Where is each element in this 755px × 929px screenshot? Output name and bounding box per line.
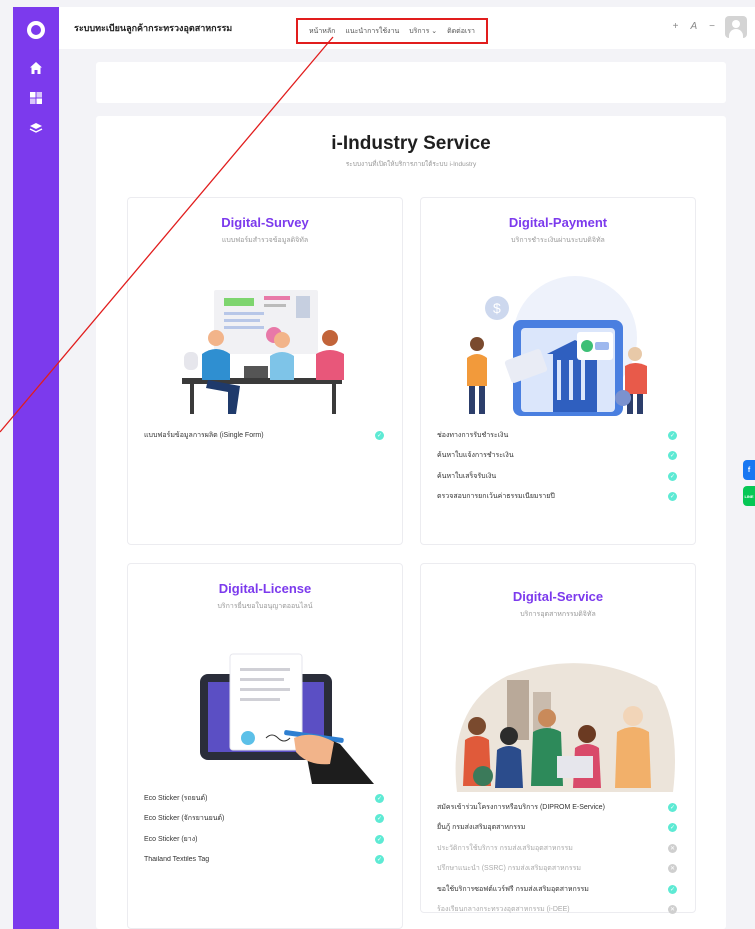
- service-items: แบบฟอร์มข้อมูลการผลิต (iSingle Form) ✓: [144, 425, 386, 446]
- service-card-service: Digital-Service บริการอุตสาหกรรมดิจิทัล: [420, 563, 696, 915]
- sidebar: [13, 7, 59, 929]
- list-item: ประวัติการใช้บริการ กรมส่งเสริมอุตสาหกรร…: [437, 843, 677, 853]
- list-item[interactable]: Eco Sticker (รถยนต์) ✓: [144, 788, 386, 809]
- list-item[interactable]: ยื่นกู้ กรมส่งเสริมอุตสาหกรรม ✓: [437, 818, 679, 839]
- survey-illustration: [144, 268, 386, 416]
- service-subtitle: บริการชำระเงินผ่านระบบดิจิทัล: [511, 237, 605, 244]
- list-item: ร้องเรียนกลางกระทรวงอุตสาหกรรม (i-DEE) ✕: [437, 905, 677, 915]
- service-items: สมัครเข้าร่วมโครงการหรือบริการ (DIPROM E…: [437, 797, 679, 920]
- line-button[interactable]: LINE: [743, 486, 755, 506]
- list-item[interactable]: ตรวจสอบการยกเว้นค่าธรรมเนียมรายปี ✓: [437, 487, 679, 508]
- service-card-payment: Digital-Payment บริการชำระเงินผ่านระบบดิ…: [420, 197, 696, 545]
- list-item[interactable]: แบบฟอร์มข้อมูลการผลิต (iSingle Form) ✓: [144, 425, 386, 446]
- facebook-button[interactable]: f: [743, 460, 755, 480]
- page-subtitle: ระบบงานที่เปิดให้บริการภายใต้ระบบ i-Indu…: [345, 161, 477, 168]
- disabled-icon: ✕: [668, 905, 677, 915]
- check-icon: ✓: [668, 823, 677, 833]
- service-subtitle: แบบฟอร์มสำรวจข้อมูลดิจิทัล: [221, 237, 309, 244]
- check-icon: ✓: [375, 834, 384, 844]
- check-icon: ✓: [668, 471, 677, 481]
- dashboard-icon[interactable]: [27, 89, 45, 107]
- check-icon: ✓: [375, 430, 384, 440]
- announcement-card: [96, 62, 726, 103]
- page-title: i-Industry Service: [331, 133, 491, 154]
- check-icon: ✓: [668, 884, 677, 894]
- svg-text:$: $: [493, 300, 501, 316]
- app-logo[interactable]: [27, 21, 45, 39]
- font-size-tools: + A −: [673, 21, 715, 32]
- top-bar: ระบบทะเบียนลูกค้ากระทรวงอุตสาหกรรม หน้าห…: [59, 7, 755, 49]
- check-icon: ✓: [375, 814, 384, 824]
- service-card-survey: Digital-Survey แบบฟอร์มสำรวจข้อมูลดิจิทั…: [127, 197, 403, 545]
- payment-illustration: $: [437, 268, 679, 416]
- layers-icon[interactable]: [27, 119, 45, 137]
- service-subtitle: บริการยื่นขอใบอนุญาตออนไลน์: [217, 603, 313, 610]
- font-reset-button[interactable]: A: [690, 21, 697, 32]
- main-nav: หน้าหลัก แนะนำการใช้งาน บริการ ⌄ ติดต่อเ…: [296, 18, 488, 44]
- team-illustration: [437, 636, 679, 792]
- check-icon: ✓: [668, 451, 677, 461]
- disabled-icon: ✕: [668, 843, 677, 853]
- service-title: Digital-Survey: [221, 215, 309, 230]
- service-title: Digital-License: [218, 581, 312, 596]
- list-item[interactable]: Eco Sticker (ยาง) ✓: [144, 829, 386, 850]
- brand-title[interactable]: ระบบทะเบียนลูกค้ากระทรวงอุตสาหกรรม: [74, 21, 232, 35]
- home-icon[interactable]: [27, 59, 45, 77]
- user-avatar[interactable]: [725, 16, 747, 38]
- check-icon: ✓: [668, 492, 677, 502]
- nav-home[interactable]: หน้าหลัก: [309, 26, 335, 37]
- service-items: Eco Sticker (รถยนต์) ✓ Eco Sticker (จักรย…: [144, 788, 386, 870]
- check-icon: ✓: [375, 855, 384, 865]
- list-item[interactable]: ช่องทางการรับชำระเงิน ✓: [437, 425, 679, 446]
- service-title: Digital-Service: [512, 589, 604, 604]
- check-icon: ✓: [668, 430, 677, 440]
- nav-guide[interactable]: แนะนำการใช้งาน: [345, 26, 399, 37]
- check-icon: ✓: [375, 793, 384, 803]
- nav-services[interactable]: บริการ ⌄: [409, 26, 437, 37]
- service-subtitle: บริการอุตสาหกรรมดิจิทัล: [520, 611, 596, 618]
- service-card-license: Digital-License บริการยื่นขอใบอนุญาตออนไ…: [127, 563, 403, 929]
- font-decrease-button[interactable]: −: [709, 21, 715, 32]
- list-item[interactable]: ค้นหาใบแจ้งการชำระเงิน ✓: [437, 446, 679, 467]
- disabled-icon: ✕: [668, 864, 677, 874]
- list-item[interactable]: Eco Sticker (จักรยานยนต์) ✓: [144, 809, 386, 830]
- service-items: ช่องทางการรับชำระเงิน ✓ ค้นหาใบแจ้งการชำร…: [437, 425, 679, 507]
- service-title: Digital-Payment: [508, 215, 608, 230]
- font-increase-button[interactable]: +: [673, 21, 679, 32]
- list-item[interactable]: ค้นหาใบเสร็จรับเงิน ✓: [437, 466, 679, 487]
- license-illustration: [144, 634, 386, 784]
- check-icon: ✓: [668, 802, 677, 812]
- list-item[interactable]: Thailand Textiles Tag ✓: [144, 850, 386, 871]
- nav-contact[interactable]: ติดต่อเรา: [447, 26, 475, 37]
- services-panel: i-Industry Service ระบบงานที่เปิดให้บริก…: [96, 116, 726, 929]
- list-item[interactable]: ขอใช้บริการซอฟต์แวร์ฟรี กรมส่งเสริมอุตสา…: [437, 879, 679, 900]
- list-item: ปรึกษาแนะนำ (SSRC) กรมส่งเสริมอุตสาหกรรม…: [437, 864, 677, 874]
- list-item[interactable]: สมัครเข้าร่วมโครงการหรือบริการ (DIPROM E…: [437, 797, 679, 818]
